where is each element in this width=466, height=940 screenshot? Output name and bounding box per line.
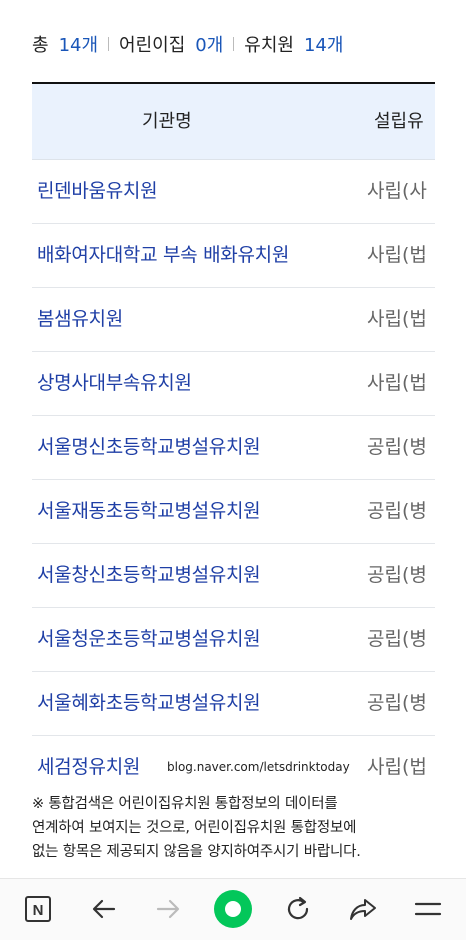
divider: [108, 37, 110, 51]
institution-link[interactable]: 서울창신초등학교병설유치원: [37, 544, 261, 607]
browser-navbar: N: [0, 878, 466, 940]
table-row[interactable]: 서울창신초등학교병설유치원 공립(병: [32, 544, 435, 608]
table-row[interactable]: 세검정유치원 blog.naver.com/letsdrinktoday 사립(…: [32, 736, 435, 792]
table-row[interactable]: 서울혜화초등학교병설유치원 공립(병: [32, 672, 435, 736]
refresh-icon[interactable]: [280, 891, 316, 927]
note-line: 연계하여 보여지는 것으로, 어린이집유치원 통합정보에: [32, 820, 357, 836]
back-arrow-icon[interactable]: [86, 891, 122, 927]
table-header: 기관명 설립유: [32, 84, 435, 160]
institution-link[interactable]: 세검정유치원: [37, 736, 140, 792]
institution-link[interactable]: 봄샘유치원: [37, 288, 123, 351]
table-row[interactable]: 상명사대부속유치원 사립(법: [32, 352, 435, 416]
naver-n-icon[interactable]: N: [20, 891, 56, 927]
table-row[interactable]: 린덴바움유치원 사립(사: [32, 160, 435, 224]
institution-link[interactable]: 서울재동초등학교병설유치원: [37, 480, 261, 543]
establishment-type: 사립(법: [367, 756, 427, 778]
institution-link[interactable]: 린덴바움유치원: [37, 160, 158, 223]
menu-icon[interactable]: [410, 891, 446, 927]
establishment-type: 사립(법: [367, 308, 427, 330]
green-dot-icon[interactable]: [212, 888, 254, 930]
daycare-count: 0개: [195, 35, 224, 56]
institution-link[interactable]: 서울혜화초등학교병설유치원: [37, 672, 261, 735]
institution-table[interactable]: 기관명 설립유 린덴바움유치원 사립(사 배화여자대학교 부속 배화유치원 사립…: [32, 82, 435, 792]
table-row[interactable]: 서울재동초등학교병설유치원 공립(병: [32, 480, 435, 544]
daycare-label: 어린이집: [119, 35, 186, 56]
institution-link[interactable]: 배화여자대학교 부속 배화유치원: [37, 224, 289, 287]
header-establishment-type: 설립유: [374, 111, 424, 132]
divider: [233, 37, 235, 51]
establishment-type: 사립(사: [367, 180, 427, 202]
establishment-type: 공립(병: [367, 436, 427, 458]
info-note: ※ 통합검색은 어린이집유치원 통합정보의 데이터를 연계하여 보여지는 것으로…: [32, 792, 442, 864]
blog-watermark: blog.naver.com/letsdrinktoday: [167, 760, 350, 774]
table-row[interactable]: 배화여자대학교 부속 배화유치원 사립(법: [32, 224, 435, 288]
institution-link[interactable]: 서울명신초등학교병설유치원: [37, 416, 261, 479]
result-summary: 총 14개 어린이집 0개 유치원 14개: [32, 30, 343, 58]
total-label: 총: [32, 35, 49, 56]
establishment-type: 공립(병: [367, 564, 427, 586]
establishment-type: 공립(병: [367, 628, 427, 650]
note-line: ※ 통합검색은 어린이집유치원 통합정보의 데이터를: [32, 796, 338, 812]
institution-link[interactable]: 서울청운초등학교병설유치원: [37, 608, 261, 671]
establishment-type: 공립(병: [367, 692, 427, 714]
header-institution-name: 기관명: [142, 111, 192, 132]
total-count: 14개: [58, 35, 99, 56]
kindergarten-count: 14개: [303, 35, 344, 56]
institution-link[interactable]: 상명사대부속유치원: [37, 352, 192, 415]
kindergarten-label: 유치원: [244, 35, 294, 56]
table-row[interactable]: 봄샘유치원 사립(법: [32, 288, 435, 352]
establishment-type: 공립(병: [367, 500, 427, 522]
establishment-type: 사립(법: [367, 244, 427, 266]
forward-arrow-icon[interactable]: [150, 891, 186, 927]
note-line: 없는 항목은 제공되지 않음을 양지하여주시기 바랍니다.: [32, 844, 361, 860]
share-icon[interactable]: [345, 891, 381, 927]
table-row[interactable]: 서울명신초등학교병설유치원 공립(병: [32, 416, 435, 480]
table-row[interactable]: 서울청운초등학교병설유치원 공립(병: [32, 608, 435, 672]
establishment-type: 사립(법: [367, 372, 427, 394]
naver-n-letter: N: [33, 902, 44, 919]
